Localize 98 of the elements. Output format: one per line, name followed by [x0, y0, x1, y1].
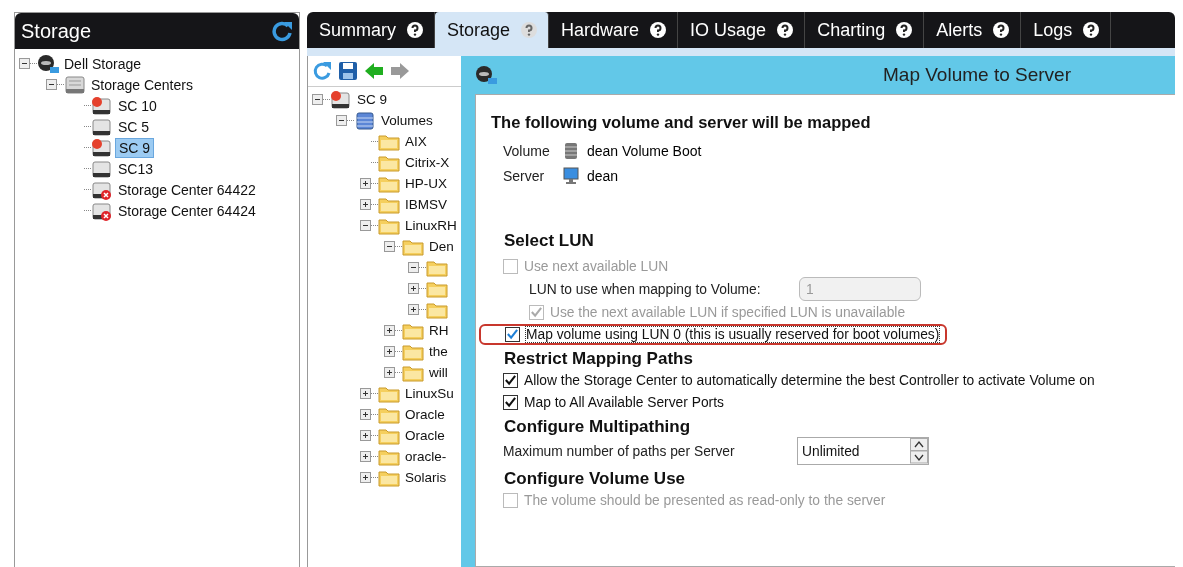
dialog-title: Map Volume to Server: [883, 64, 1071, 86]
back-arrow-icon[interactable]: [364, 61, 384, 81]
expand-toggle-icon[interactable]: [384, 367, 395, 378]
expand-toggle-icon[interactable]: [408, 262, 419, 273]
tree-item[interactable]: Oracle: [402, 427, 448, 444]
tree-item[interactable]: Solaris: [402, 469, 450, 486]
expand-toggle-icon[interactable]: [360, 220, 371, 231]
expand-toggle-icon[interactable]: [360, 472, 371, 483]
help-icon[interactable]: [776, 21, 795, 39]
tree-item[interactable]: Volumes: [378, 112, 436, 129]
folder-icon: [378, 447, 400, 466]
detail-value: dean: [587, 167, 619, 184]
section-title: Select LUN: [503, 231, 595, 251]
panel-title: Storage: [21, 19, 92, 43]
help-icon[interactable]: [649, 21, 668, 39]
tree-item[interactable]: SC 5: [115, 117, 153, 136]
tree-item[interactable]: SC 9: [354, 91, 390, 108]
tree-item[interactable]: will: [426, 364, 451, 381]
collapse-toggle-icon[interactable]: [19, 58, 30, 69]
tree-item[interactable]: oracle-: [402, 448, 450, 465]
volume-icon: [563, 141, 579, 160]
detail-label: Volume: [503, 142, 551, 159]
detail-value: dean Volume Boot: [587, 142, 702, 159]
tree-item[interactable]: AIX: [402, 133, 430, 150]
tree-item[interactable]: SC 9: [115, 137, 155, 158]
refresh-icon[interactable]: [271, 20, 293, 42]
tree-item[interactable]: Dell Storage: [61, 54, 145, 73]
expand-toggle-icon[interactable]: [336, 115, 347, 126]
tree-item[interactable]: the: [426, 343, 451, 360]
checkbox-label[interactable]: Map volume using LUN 0 (this is usually reserved for boot volumes): [526, 326, 940, 342]
forward-arrow-icon[interactable]: [390, 61, 410, 81]
expand-toggle-icon[interactable]: [408, 283, 419, 294]
checkbox-label[interactable]: Map to All Available Server Ports: [524, 394, 724, 410]
expand-toggle-icon[interactable]: [360, 178, 371, 189]
section-title: Restrict Mapping Paths: [503, 349, 694, 369]
folder-icon: [378, 405, 400, 424]
folder-icon: [426, 258, 448, 277]
detail-label: Server: [503, 167, 546, 184]
folder-icon: [378, 132, 400, 151]
tree-item[interactable]: HP-UX: [402, 175, 450, 192]
expand-toggle-icon[interactable]: [384, 346, 395, 357]
checkbox[interactable]: [503, 372, 518, 388]
folder-icon: [378, 153, 400, 172]
checkbox[interactable]: [505, 326, 520, 342]
help-icon[interactable]: [992, 21, 1011, 39]
expand-toggle-icon[interactable]: [360, 199, 371, 210]
folder-icon: [402, 237, 424, 256]
folder-icon: [378, 384, 400, 403]
tree-item[interactable]: LinuxSu: [402, 385, 457, 402]
expand-toggle-icon[interactable]: [360, 451, 371, 462]
spinner-arrows-icon[interactable]: [910, 438, 928, 464]
tree-item[interactable]: Storage Center 64422: [115, 180, 259, 199]
expand-toggle-icon[interactable]: [384, 325, 395, 336]
folder-icon: [426, 279, 448, 298]
field-label: LUN to use when mapping to Volume:: [529, 281, 762, 297]
tree-item[interactable]: RH: [426, 322, 452, 339]
tree-item[interactable]: Oracle: [402, 406, 448, 423]
tree-item[interactable]: Storage Centers: [88, 75, 196, 94]
spinner-field[interactable]: Unlimited: [797, 437, 929, 465]
folder-icon: [426, 300, 448, 319]
app-icon: [475, 65, 497, 85]
save-icon[interactable]: [338, 61, 358, 81]
tree-item[interactable]: SC13: [115, 159, 157, 178]
tree-item[interactable]: Storage Center 64424: [115, 201, 259, 220]
expand-toggle-icon[interactable]: [360, 409, 371, 420]
expand-toggle-icon[interactable]: [360, 388, 371, 399]
help-icon[interactable]: [895, 21, 914, 39]
field-label: Maximum number of paths per Server: [503, 443, 736, 459]
expand-toggle-icon[interactable]: [312, 94, 323, 105]
folder-icon: [378, 468, 400, 487]
folder-icon: [402, 363, 424, 382]
folder-icon: [378, 216, 400, 235]
tree-item[interactable]: Citrix-X: [402, 154, 453, 171]
help-icon[interactable]: [406, 21, 424, 39]
tree-item[interactable]: Den: [426, 238, 457, 255]
folder-icon: [378, 195, 400, 214]
section-title: Configure Multipathing: [503, 417, 692, 437]
folder-icon: [378, 174, 400, 193]
database-icon: [354, 110, 376, 131]
expand-toggle-icon[interactable]: [360, 430, 371, 441]
refresh-icon[interactable]: [312, 61, 332, 81]
expand-toggle-icon[interactable]: [408, 304, 419, 315]
collapse-toggle-icon[interactable]: [46, 79, 57, 90]
folder-icon: [402, 342, 424, 361]
section-title: Configure Volume Use: [503, 469, 687, 489]
checkbox[interactable]: [503, 394, 518, 410]
folder-icon: [402, 321, 424, 340]
dialog-heading: The following volume and server will be mapped: [491, 113, 872, 132]
checkbox-label[interactable]: Allow the Storage Center to automatically determine the best Controller to activate Volume on: [524, 372, 1095, 388]
tree-item[interactable]: SC 10: [115, 96, 160, 115]
server-icon: [37, 53, 59, 74]
tab[interactable]: Storage: [435, 12, 550, 48]
expand-toggle-icon[interactable]: [384, 241, 395, 252]
monitor-icon: [563, 166, 579, 185]
help-icon[interactable]: [1082, 21, 1101, 39]
tree-item[interactable]: LinuxRH: [402, 217, 460, 234]
tree-item[interactable]: IBMSV: [402, 196, 450, 213]
folder-icon: [378, 426, 400, 445]
